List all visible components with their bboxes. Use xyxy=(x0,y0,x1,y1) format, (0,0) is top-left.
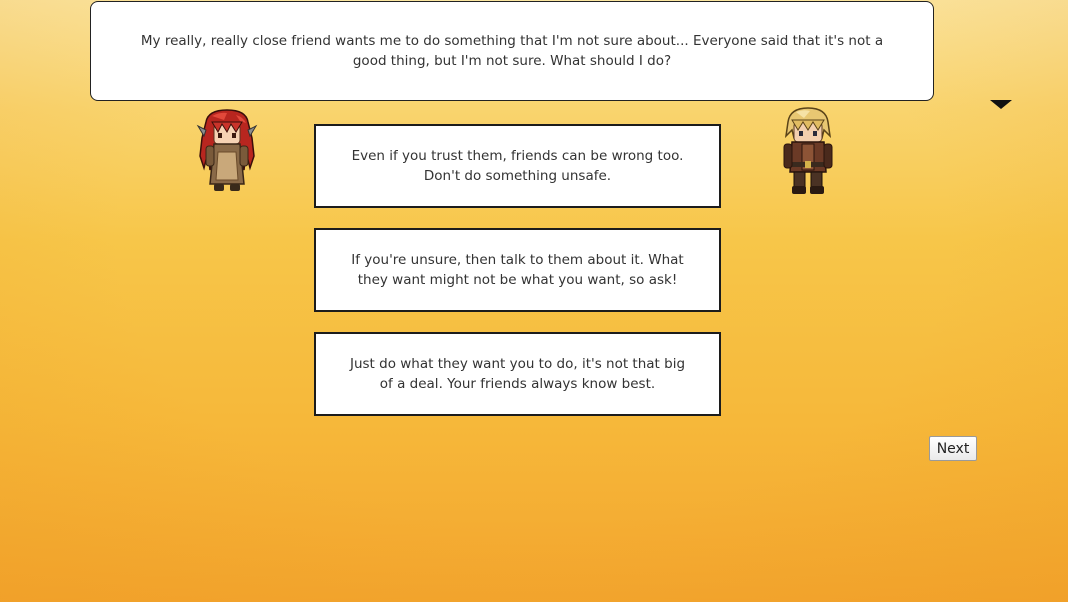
choice-option-3-text: Just do what they want you to do, it's n… xyxy=(349,356,686,392)
red-haired-girl-sprite xyxy=(196,109,258,191)
choice-option-1[interactable]: Even if you trust them, friends can be w… xyxy=(314,124,721,208)
continue-arrow-icon[interactable] xyxy=(990,100,1012,109)
dialog-text: My really, really close friend wants me … xyxy=(140,33,884,69)
blonde-boy-sprite xyxy=(783,107,833,194)
choice-option-2[interactable]: If you're unsure, then talk to them abou… xyxy=(314,228,721,312)
next-button[interactable]: Next xyxy=(929,436,977,461)
choice-option-3[interactable]: Just do what they want you to do, it's n… xyxy=(314,332,721,416)
choice-option-2-text: If you're unsure, then talk to them abou… xyxy=(351,252,684,288)
choice-option-1-text: Even if you trust them, friends can be w… xyxy=(351,148,684,184)
dialog-box: My really, really close friend wants me … xyxy=(90,1,934,101)
